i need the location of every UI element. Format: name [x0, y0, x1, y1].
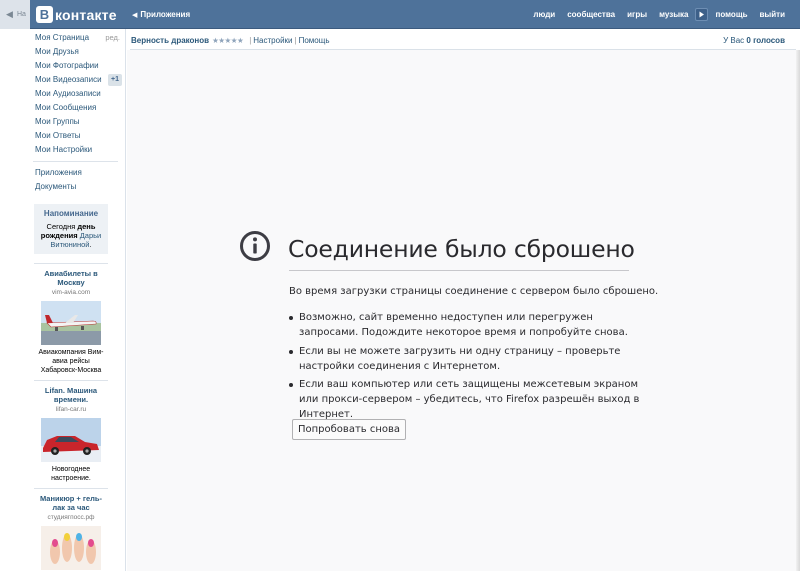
- suggestion-item: Возможно, сайт временно недоступен или п…: [289, 310, 649, 340]
- back-arrow-icon: ◀: [132, 12, 138, 19]
- settings-link[interactable]: Настройки: [253, 36, 292, 45]
- logo-mark: В: [36, 6, 53, 23]
- sidebar-item-documents[interactable]: Документы: [27, 180, 124, 194]
- separator: |: [294, 36, 297, 45]
- info-icon: [240, 231, 270, 261]
- airplane-image[interactable]: [41, 301, 101, 345]
- rating-stars: ★★★★★: [212, 36, 244, 45]
- ad-title[interactable]: Маникюр + гель-лак за час: [34, 494, 108, 512]
- reminder-text: Сегодня день рождения Дарьи Витюниной.: [40, 222, 102, 249]
- divider: [34, 488, 108, 489]
- error-suggestions: Возможно, сайт временно недоступен или п…: [289, 310, 649, 426]
- manicure-image[interactable]: [41, 526, 101, 570]
- reminder-box: Напоминание Сегодня день рождения Дарьи …: [34, 204, 108, 254]
- votes-link[interactable]: У Вас 0 голосов: [723, 36, 785, 45]
- ad-domain: lifan-car.ru: [55, 406, 87, 413]
- left-sidebar: Моя Страница ред. Мои Друзья Мои Фотогра…: [27, 31, 124, 571]
- sidebar-item-groups[interactable]: Мои Группы: [27, 115, 124, 129]
- ad-title[interactable]: Авиабилеты в Москву: [34, 269, 108, 287]
- connection-error-page: Соединение было сброшено Во время загруз…: [127, 50, 800, 571]
- sidebar-item-friends[interactable]: Мои Друзья: [27, 45, 124, 59]
- vk-logo[interactable]: В контакте: [36, 6, 117, 23]
- sidebar-item-apps[interactable]: Приложения: [27, 166, 124, 180]
- logo-text: контакте: [55, 6, 117, 23]
- count-badge: +1: [108, 74, 122, 86]
- ad-block-lifan[interactable]: Lifan. Машина времени. lifan-car.ru Ново…: [34, 386, 108, 483]
- sidebar-item-messages[interactable]: Мои Сообщения: [27, 101, 124, 115]
- suggestion-item: Если вы не можете загрузить ни одну стра…: [289, 344, 649, 374]
- ad-text: Новогоднее настроение.: [51, 466, 91, 482]
- ad-domain: студиягпосс.рф: [47, 514, 95, 521]
- ad-block-manicure[interactable]: Маникюр + гель-лак за час студиягпосс.рф: [34, 494, 108, 570]
- top-nav: люди сообщества игры музыка помощь выйти: [527, 0, 791, 29]
- ad-block-avia[interactable]: Авиабилеты в Москву vim-avia.com Авиаком…: [34, 269, 108, 375]
- ad-domain: vim-avia.com: [51, 289, 91, 296]
- sidebar-item-settings[interactable]: Мои Настройки: [27, 143, 124, 157]
- top-bar: ◀ На В контакте ◀ Приложения люди сообщес…: [0, 0, 800, 29]
- sidebar-item-audio[interactable]: Мои Аудиозаписи: [27, 87, 124, 101]
- divider: [34, 380, 108, 381]
- ad-title[interactable]: Lifan. Машина времени.: [34, 386, 108, 404]
- app-header: Верность драконов ★★★★★ | Настройки | Помощь …: [131, 36, 791, 50]
- help-link[interactable]: Помощь: [299, 36, 330, 45]
- left-strip: ◀ На: [0, 0, 30, 29]
- sidebar-item-videos[interactable]: Мои Видеозаписи +1: [27, 73, 124, 87]
- nav-music[interactable]: музыка: [653, 10, 694, 19]
- nav-communities[interactable]: сообщества: [561, 10, 621, 19]
- suggestion-item: Если ваш компьютер или сеть защищены меж…: [289, 377, 649, 422]
- error-description: Во время загрузки страницы соединение с …: [289, 286, 659, 297]
- edit-link[interactable]: ред.: [105, 31, 120, 45]
- app-name-link[interactable]: Верность драконов: [131, 36, 209, 45]
- ad-text: Авиакомпания Вим-авиа рейсы Хабаровск-Мо…: [38, 349, 104, 374]
- separator: |: [249, 36, 252, 45]
- try-again-button[interactable]: Попробовать снова: [292, 419, 407, 440]
- apps-link[interactable]: ◀ Приложения: [132, 10, 190, 19]
- divider: [33, 161, 118, 162]
- sidebar-item-label: Мои Видеозаписи: [35, 75, 102, 84]
- sidebar-item-label: Моя Страница: [35, 33, 90, 42]
- play-icon: [699, 11, 704, 18]
- play-button[interactable]: [694, 8, 708, 21]
- reminder-title: Напоминание: [43, 209, 99, 218]
- nav-help[interactable]: помощь: [710, 10, 754, 19]
- error-title: Соединение было сброшено: [288, 235, 635, 263]
- divider: [34, 263, 108, 264]
- back-arrow-icon[interactable]: ◀: [6, 9, 13, 20]
- sidebar-item-my-page[interactable]: Моя Страница ред.: [27, 31, 124, 45]
- car-image[interactable]: [41, 418, 101, 462]
- nav-logout[interactable]: выйти: [753, 10, 791, 19]
- sidebar-item-answers[interactable]: Мои Ответы: [27, 129, 124, 143]
- back-label[interactable]: На: [17, 11, 26, 18]
- title-rule: [289, 270, 629, 271]
- sidebar-border: [125, 29, 126, 571]
- sidebar-item-photos[interactable]: Мои Фотографии: [27, 59, 124, 73]
- nav-people[interactable]: люди: [527, 10, 561, 19]
- apps-label: Приложения: [140, 10, 191, 19]
- right-edge: [796, 50, 800, 571]
- nav-games[interactable]: игры: [621, 10, 653, 19]
